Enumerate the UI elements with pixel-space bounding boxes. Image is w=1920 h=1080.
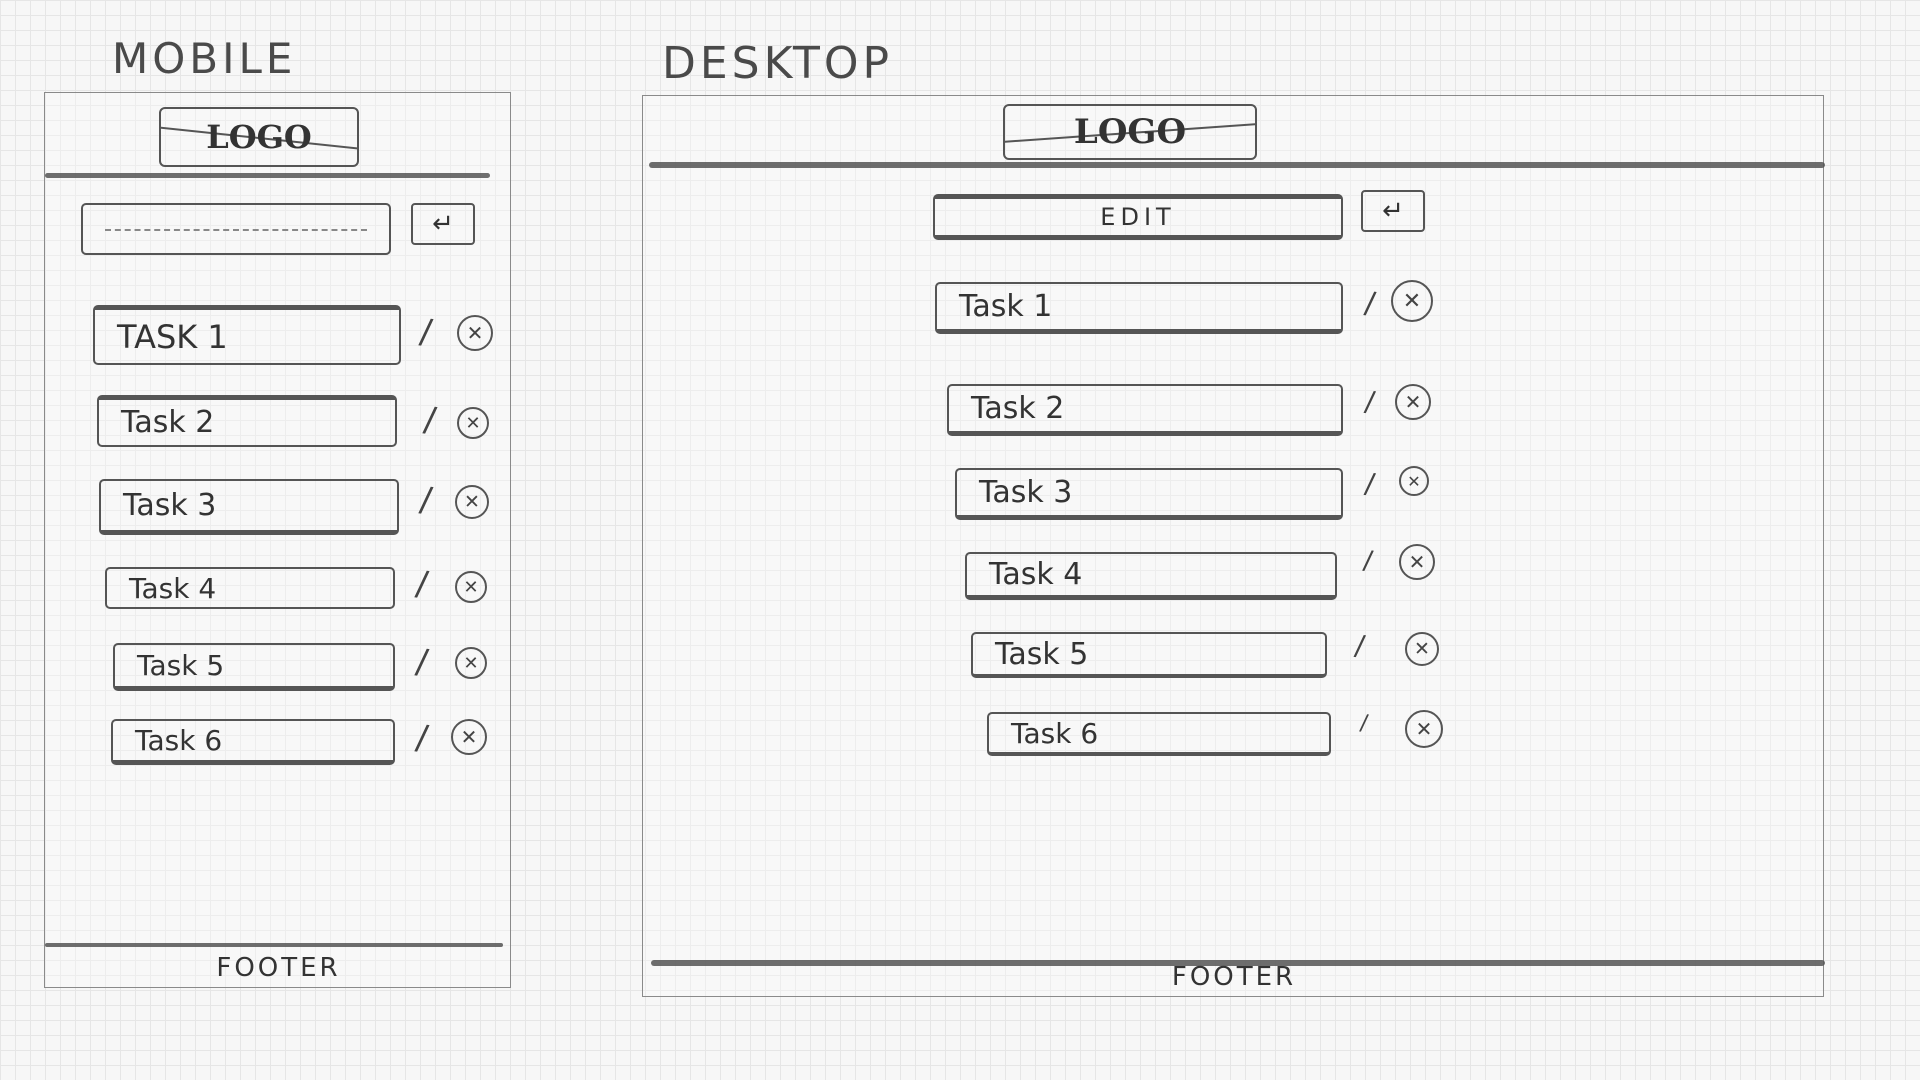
desktop-task-label: Task 1 — [959, 289, 1053, 324]
mobile-logo: LOGO — [159, 107, 359, 167]
desktop-edit-input-text: EDIT — [1100, 203, 1176, 231]
mobile-edit-icon-5[interactable]: / — [404, 639, 440, 685]
mobile-task-row-2[interactable]: Task 2 — [97, 395, 397, 447]
desktop-task-label: Task 2 — [971, 391, 1065, 426]
desktop-task-row-1[interactable]: Task 1 — [935, 282, 1343, 334]
mobile-edit-icon-2[interactable]: / — [412, 397, 448, 443]
desktop-edit-icon-2[interactable]: / — [1352, 378, 1388, 424]
desktop-edit-icon-1[interactable]: / — [1352, 280, 1388, 326]
desktop-task-row-5[interactable]: Task 5 — [971, 632, 1327, 678]
mobile-footer-divider — [45, 943, 503, 947]
mobile-task-label: Task 6 — [135, 724, 223, 757]
desktop-footer: FOOTER — [1171, 962, 1297, 992]
mobile-delete-icon-2[interactable]: ✕ — [457, 407, 489, 439]
desktop-task-row-4[interactable]: Task 4 — [965, 552, 1337, 600]
mobile-submit-button[interactable]: ↵ — [411, 203, 475, 245]
mobile-frame: LOGO ↵ TASK 1 / ✕ Task 2 / ✕ Task 3 / ✕ … — [44, 92, 511, 988]
mobile-edit-icon-4[interactable]: / — [404, 561, 440, 607]
mobile-task-row-3[interactable]: Task 3 — [99, 479, 399, 535]
mobile-task-row-1[interactable]: TASK 1 — [93, 305, 401, 365]
desktop-task-row-6[interactable]: Task 6 — [987, 712, 1331, 756]
desktop-edit-icon-3[interactable]: / — [1352, 460, 1388, 506]
desktop-delete-icon-4[interactable]: ✕ — [1399, 544, 1435, 580]
mobile-delete-icon-1[interactable]: ✕ — [457, 315, 493, 351]
desktop-logo: LOGO — [1003, 104, 1257, 160]
desktop-delete-icon-3[interactable]: ✕ — [1399, 466, 1429, 496]
mobile-edit-icon-1[interactable]: / — [408, 309, 444, 355]
desktop-frame: LOGO EDIT ↵ Task 1 / ✕ Task 2 / ✕ Task 3… — [642, 95, 1825, 997]
mobile-delete-icon-6[interactable]: ✕ — [451, 719, 487, 755]
desktop-edit-input[interactable]: EDIT — [933, 194, 1343, 240]
mobile-edit-icon-3[interactable]: / — [408, 477, 444, 523]
mobile-task-label: Task 2 — [121, 405, 215, 440]
mobile-task-row-5[interactable]: Task 5 — [113, 643, 395, 691]
mobile-label: MOBILE — [112, 34, 297, 83]
desktop-delete-icon-1[interactable]: ✕ — [1391, 280, 1433, 322]
enter-icon: ↵ — [432, 209, 454, 239]
mobile-edit-icon-6[interactable]: / — [404, 715, 440, 761]
mobile-delete-icon-3[interactable]: ✕ — [455, 485, 489, 519]
desktop-edit-icon-4[interactable]: / — [1350, 538, 1386, 584]
desktop-header-divider — [649, 162, 1825, 168]
desktop-edit-icon-5[interactable]: / — [1342, 622, 1378, 668]
desktop-label: DESKTOP — [662, 38, 894, 89]
desktop-task-row-3[interactable]: Task 3 — [955, 468, 1343, 520]
desktop-delete-icon-6[interactable]: ✕ — [1405, 710, 1443, 748]
mobile-delete-icon-5[interactable]: ✕ — [455, 647, 487, 679]
desktop-delete-icon-2[interactable]: ✕ — [1395, 384, 1431, 420]
desktop-task-label: Task 5 — [995, 636, 1089, 672]
desktop-submit-button[interactable]: ↵ — [1361, 190, 1425, 232]
mobile-task-label: Task 5 — [137, 649, 225, 682]
mobile-task-label: TASK 1 — [117, 317, 228, 356]
mobile-task-label: Task 3 — [123, 488, 217, 523]
mobile-task-row-4[interactable]: Task 4 — [105, 567, 395, 609]
mobile-task-label: Task 4 — [129, 571, 217, 605]
mobile-footer: FOOTER — [216, 953, 341, 983]
mobile-logo-text: LOGO — [206, 118, 312, 156]
desktop-logo-text: LOGO — [1073, 112, 1187, 152]
desktop-task-row-2[interactable]: Task 2 — [947, 384, 1343, 436]
mobile-delete-icon-4[interactable]: ✕ — [455, 571, 487, 603]
desktop-task-label: Task 4 — [989, 557, 1083, 592]
desktop-task-label: Task 3 — [979, 475, 1073, 510]
desktop-delete-icon-5[interactable]: ✕ — [1405, 632, 1439, 666]
mobile-task-row-6[interactable]: Task 6 — [111, 719, 395, 765]
mobile-task-input[interactable] — [81, 203, 391, 255]
mobile-header-divider — [45, 173, 490, 178]
desktop-task-label: Task 6 — [1011, 716, 1099, 750]
enter-icon: ↵ — [1382, 196, 1404, 226]
desktop-edit-icon-6[interactable]: / — [1346, 700, 1382, 746]
mobile-input-placeholder — [105, 229, 367, 231]
